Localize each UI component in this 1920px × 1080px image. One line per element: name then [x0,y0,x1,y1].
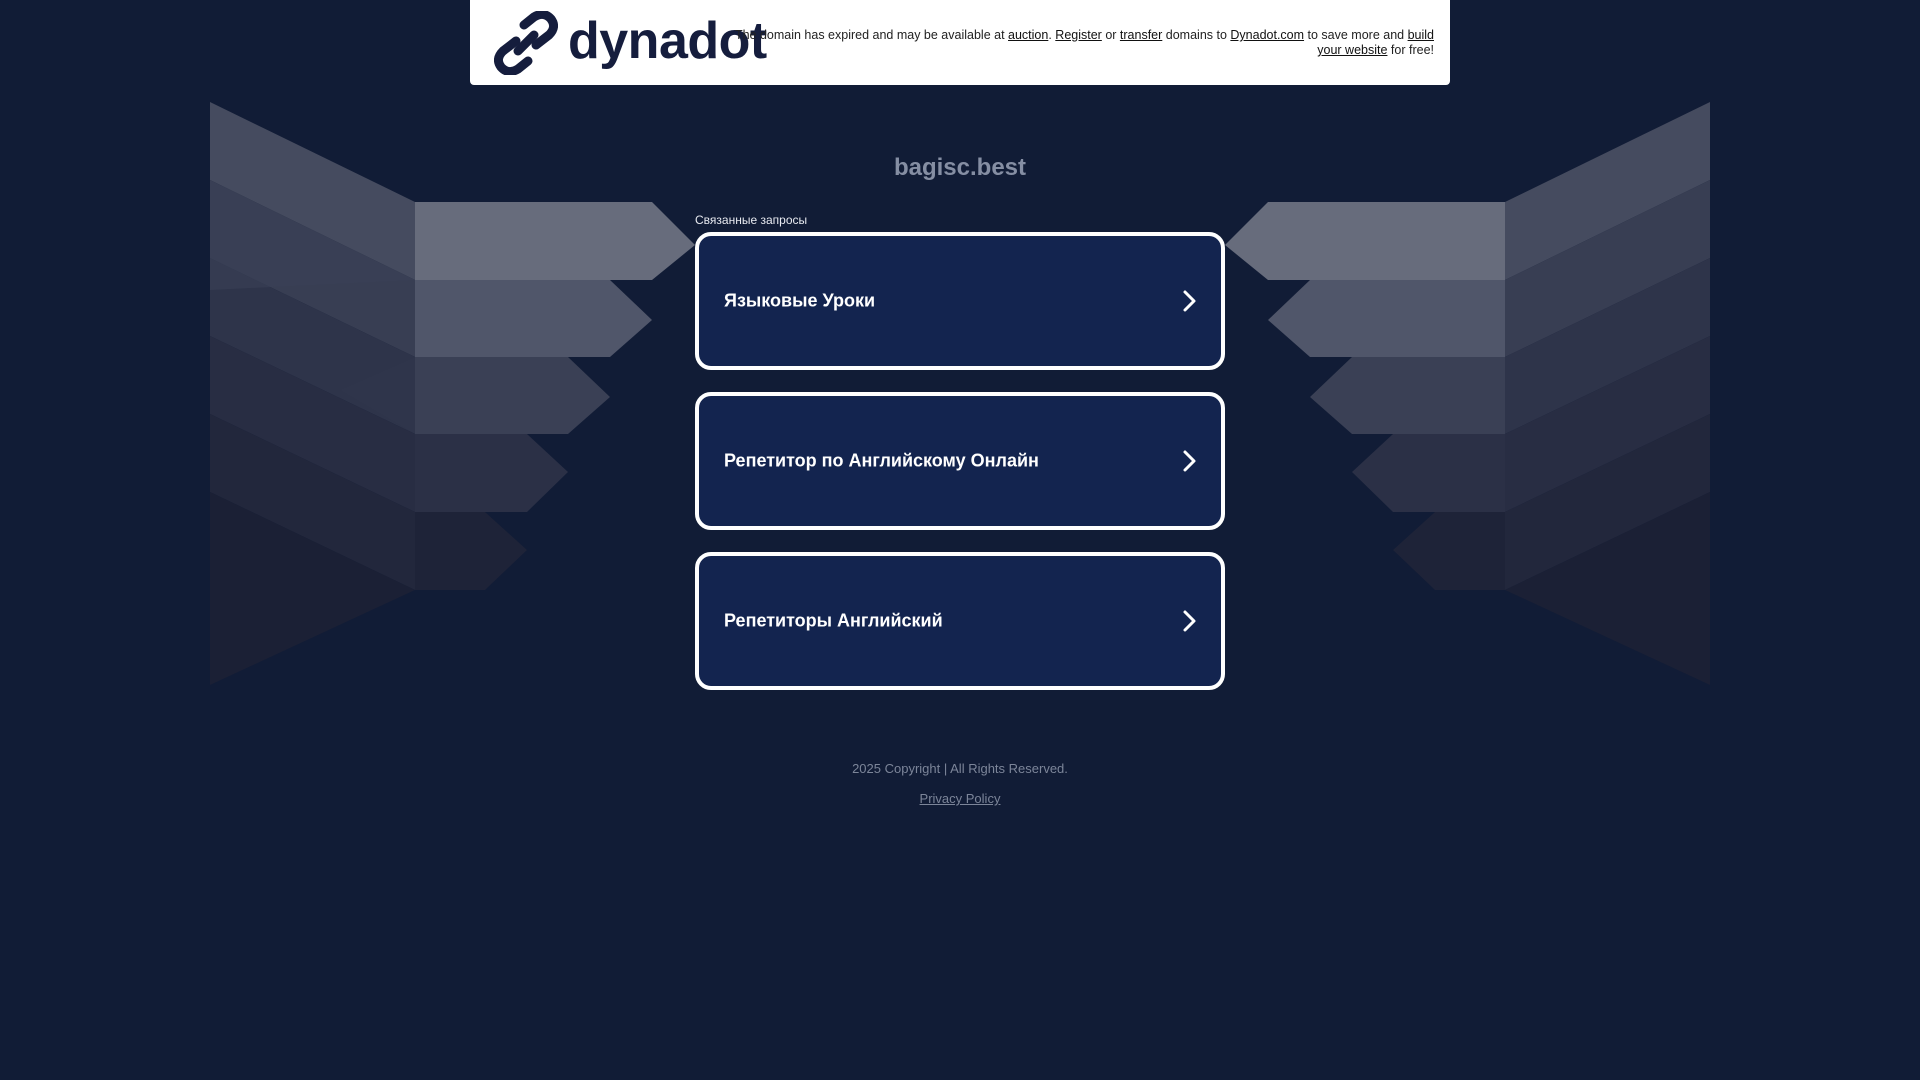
related-link-label: Языковые Уроки [724,290,876,311]
page: dynadot The domain has expired and may b… [0,0,1920,1080]
auction-link[interactable]: auction [1008,28,1048,42]
privacy-policy-link[interactable]: Privacy Policy [920,791,1001,806]
banner-text-part: or [1101,28,1120,42]
related-searches-label: Связанные запросы [695,213,808,227]
banner-text-part: for free! [1387,43,1434,57]
chevron-right-icon [1183,450,1196,472]
related-link-label: Репетитор по Английскому Онлайн [724,450,1039,471]
register-link[interactable]: Register [1055,28,1102,42]
banner-text-part: domains to [1162,28,1231,42]
footer-copyright: 2025 Copyright | All Rights Reserved. [852,761,1068,776]
expired-domain-banner: dynadot The domain has expired and may b… [470,0,1450,85]
banner-text-part: The domain has expired and may be availa… [734,28,1009,42]
banner-text-part: to save more and [1304,28,1408,42]
chevron-right-icon [1183,610,1196,632]
transfer-link[interactable]: transfer [1120,28,1162,42]
related-link-2[interactable]: Репетитор по Английскому Онлайн [695,392,1225,530]
dynadot-logo[interactable]: dynadot [494,10,767,76]
dynadot-link[interactable]: Dynadot.com [1230,28,1304,42]
footer-privacy: Privacy Policy [0,791,1920,806]
related-link-1[interactable]: Языковые Уроки [695,232,1225,370]
related-link-label: Репетиторы Английский [724,610,943,631]
chevron-right-icon [1183,290,1196,312]
related-link-3[interactable]: Репетиторы Английский [695,552,1225,690]
domain-title: bagisc.best [893,154,1027,181]
banner-message: The domain has expired and may be availa… [734,28,1434,58]
dynadot-logo-icon [494,11,558,75]
